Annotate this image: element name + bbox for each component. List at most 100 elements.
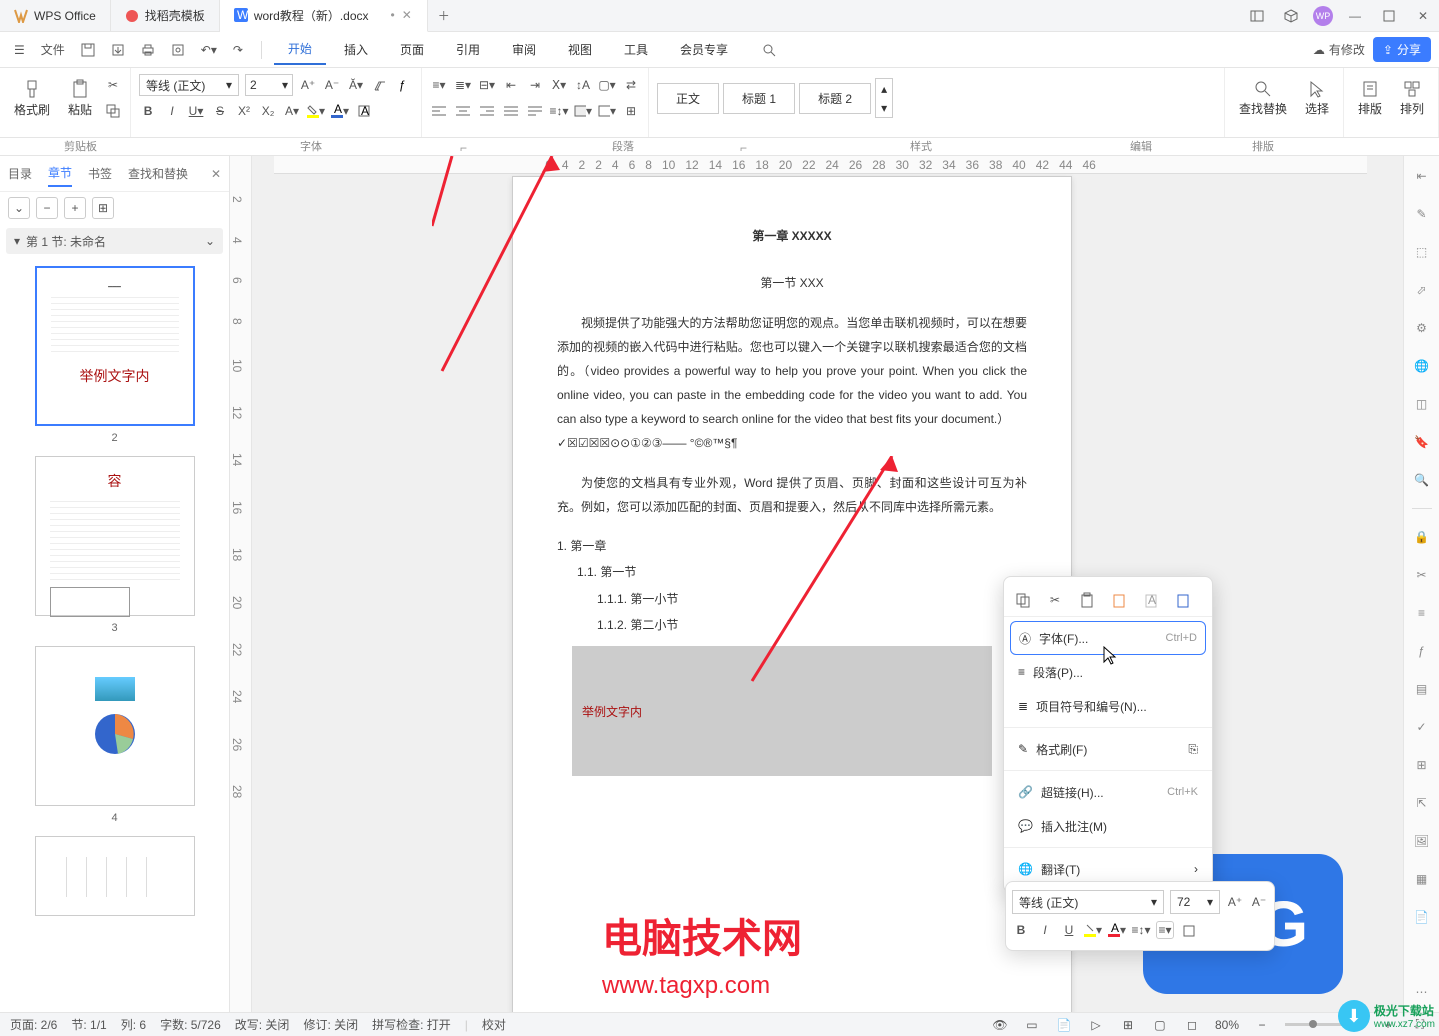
- show-marks-icon[interactable]: ▢▾: [598, 76, 616, 94]
- char-border-icon[interactable]: A: [355, 102, 373, 120]
- new-tab-button[interactable]: ＋: [428, 7, 460, 24]
- nav-tab-bookmarks[interactable]: 书签: [88, 161, 112, 186]
- share-button[interactable]: ⇪分享: [1373, 37, 1431, 62]
- mini-highlight-icon[interactable]: ▾: [1084, 921, 1102, 939]
- ctx-format-brush[interactable]: ✎格式刷(F) ⎘: [1004, 732, 1212, 766]
- rail-export-icon[interactable]: ⇱: [1412, 793, 1432, 813]
- align-center-icon[interactable]: [454, 102, 472, 120]
- sb-column[interactable]: 列: 6: [121, 1016, 146, 1033]
- highlight-color-icon[interactable]: ▾: [307, 102, 325, 120]
- rail-select-icon[interactable]: ⬚: [1412, 242, 1432, 262]
- borders-icon[interactable]: ▾: [598, 102, 616, 120]
- sb-doc-icon[interactable]: 📄: [1055, 1016, 1073, 1034]
- rail-earth-icon[interactable]: 🌐: [1412, 356, 1432, 376]
- mini-size-select[interactable]: 72▾: [1170, 890, 1220, 914]
- mini-font-color-icon[interactable]: A▾: [1108, 921, 1126, 939]
- rail-dots-icon[interactable]: ⋯: [1412, 982, 1432, 1002]
- mini-italic-button[interactable]: I: [1036, 921, 1054, 939]
- align-justify-icon[interactable]: [502, 102, 520, 120]
- bullets-icon[interactable]: ≡▾: [430, 76, 448, 94]
- sb-grid-icon[interactable]: ⊞: [1119, 1016, 1137, 1034]
- thumbnail-2[interactable]: ━━━ 举例文字内: [35, 266, 195, 426]
- bold-button[interactable]: B: [139, 102, 157, 120]
- rail-fx-icon[interactable]: ƒ: [1412, 641, 1432, 661]
- rail-cursor-icon[interactable]: ⬀: [1412, 280, 1432, 300]
- clear-format-icon[interactable]: [371, 76, 389, 94]
- shrink-font-icon[interactable]: A⁻: [323, 76, 341, 94]
- panel-icon[interactable]: [1241, 0, 1273, 32]
- mini-font-select[interactable]: 等线 (正文)▾: [1012, 890, 1164, 914]
- ctx-paste-icon[interactable]: [1078, 591, 1096, 609]
- para-settings-icon[interactable]: ⊞: [622, 102, 640, 120]
- sb-zoom[interactable]: 80%: [1215, 1018, 1239, 1032]
- rail-bookmark-icon[interactable]: 🔖: [1412, 432, 1432, 452]
- format-brush-button[interactable]: 格式刷: [8, 75, 56, 122]
- sb-spell[interactable]: 拼写检查: 打开: [372, 1016, 451, 1033]
- paste-button[interactable]: 粘贴: [62, 75, 98, 122]
- ctx-bullets[interactable]: ≣项目符号和编号(N)...: [1004, 689, 1212, 723]
- numbering-icon[interactable]: ≣▾: [454, 76, 472, 94]
- user-avatar[interactable]: WP: [1313, 6, 1333, 26]
- close-panel-icon[interactable]: ✕: [211, 167, 221, 181]
- ctx-paste-keep-icon[interactable]: [1174, 591, 1192, 609]
- rail-layers-icon[interactable]: ◫: [1412, 394, 1432, 414]
- change-case-icon[interactable]: Ă▾: [347, 76, 365, 94]
- page-layout-button[interactable]: 排版: [1352, 76, 1388, 121]
- section-header[interactable]: ▾ 第 1 节: 未命名 ⌄: [6, 228, 223, 254]
- styles-expand[interactable]: ▴▾: [875, 78, 893, 118]
- multilevel-icon[interactable]: ⊟▾: [478, 76, 496, 94]
- redo-icon[interactable]: ↷: [227, 38, 249, 62]
- sb-square-icon[interactable]: ◻: [1183, 1016, 1201, 1034]
- tab-tools[interactable]: 工具: [610, 35, 662, 64]
- style-heading2[interactable]: 标题 2: [799, 83, 871, 114]
- print-preview-icon[interactable]: [165, 38, 191, 62]
- tab-member[interactable]: 会员专享: [666, 35, 742, 64]
- thumbnail-5[interactable]: [35, 836, 195, 916]
- copy-icon[interactable]: [104, 102, 122, 120]
- style-normal[interactable]: 正文: [657, 83, 719, 114]
- rail-table-icon[interactable]: ⊞: [1412, 755, 1432, 775]
- para-dialog-launcher-icon[interactable]: ⌐: [740, 141, 750, 151]
- sort-icon[interactable]: ↕A: [574, 76, 592, 94]
- add-section-button[interactable]: +: [64, 197, 86, 219]
- thumbnail-4[interactable]: [35, 646, 195, 806]
- app-tab[interactable]: WPS Office: [0, 0, 111, 32]
- tab-reference[interactable]: 引用: [442, 35, 494, 64]
- find-replace-button[interactable]: 查找替换: [1233, 76, 1293, 121]
- rail-file-icon[interactable]: 📄: [1412, 907, 1432, 927]
- has-modify-button[interactable]: ☁有修改: [1313, 41, 1365, 58]
- line-spacing-icon[interactable]: ≡↕▾: [550, 102, 568, 120]
- document-area[interactable]: 6422468101214161820222426283032343638404…: [252, 156, 1403, 1012]
- thumbnail-3[interactable]: 容: [35, 456, 195, 616]
- char-scale-icon[interactable]: Ⅹ▾: [550, 76, 568, 94]
- template-tab[interactable]: 找稻壳模板: [111, 0, 220, 32]
- hamburger-icon[interactable]: ☰: [8, 38, 31, 62]
- mini-align-icon[interactable]: ≡▾: [1156, 921, 1174, 939]
- grow-font-icon[interactable]: A⁺: [299, 76, 317, 94]
- sb-zoom-out-icon[interactable]: −: [1253, 1016, 1271, 1034]
- tab-view[interactable]: 视图: [554, 35, 606, 64]
- tab-insert[interactable]: 插入: [330, 35, 382, 64]
- sb-section[interactable]: 节: 1/1: [71, 1016, 106, 1033]
- search-icon[interactable]: [756, 38, 782, 62]
- file-menu[interactable]: 文件: [35, 38, 71, 62]
- rail-settings-icon[interactable]: ⚙: [1412, 318, 1432, 338]
- mini-underline-button[interactable]: U: [1060, 921, 1078, 939]
- ctx-paste-text-icon[interactable]: A: [1142, 591, 1160, 609]
- document-tab[interactable]: W word教程（新）.docx • ✕: [220, 0, 428, 32]
- minimize-button[interactable]: —: [1339, 0, 1371, 32]
- cut-icon[interactable]: ✂: [104, 76, 122, 94]
- arrange-button[interactable]: 排列: [1394, 76, 1430, 121]
- phonetic-icon[interactable]: ƒ: [395, 76, 413, 94]
- nav-tab-findreplace[interactable]: 查找和替换: [128, 161, 188, 186]
- ctx-hyperlink[interactable]: 🔗超链接(H)... Ctrl+K: [1004, 775, 1212, 809]
- tab-review[interactable]: 审阅: [498, 35, 550, 64]
- rail-clip-icon[interactable]: ✂: [1412, 565, 1432, 585]
- tab-icon[interactable]: ⇄: [622, 76, 640, 94]
- rail-form-icon[interactable]: ▤: [1412, 679, 1432, 699]
- sb-track[interactable]: 改写: 关闭: [235, 1016, 290, 1033]
- sb-page[interactable]: 页面: 2/6: [10, 1016, 57, 1033]
- subscript-icon[interactable]: X₂: [259, 102, 277, 120]
- tab-start[interactable]: 开始: [274, 34, 326, 65]
- align-distribute-icon[interactable]: [526, 102, 544, 120]
